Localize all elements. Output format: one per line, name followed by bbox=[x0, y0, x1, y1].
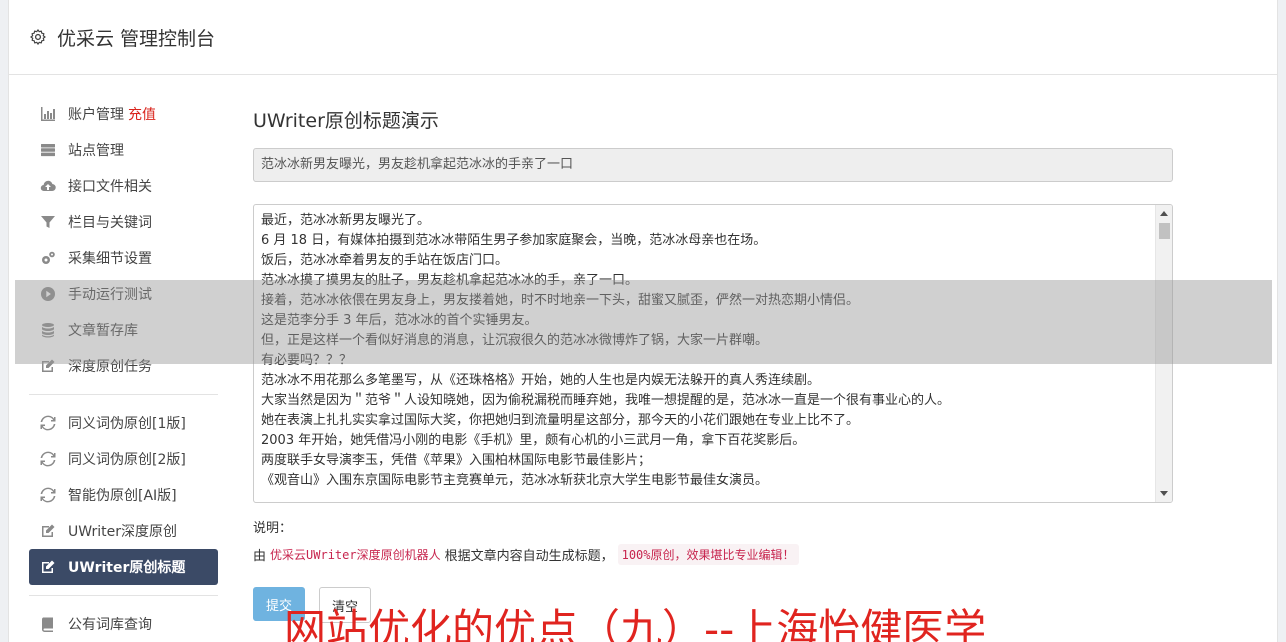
note-line: 由 优采云UWriter深度原创机器人 根据文章内容自动生成标题， 100%原创… bbox=[253, 544, 1173, 565]
note-label: 说明： bbox=[253, 521, 293, 536]
sidebar-item-label: 接口文件相关 bbox=[68, 179, 152, 195]
app-title: 优采云 管理控制台 bbox=[57, 27, 216, 50]
note-prefix: 由 bbox=[253, 549, 267, 564]
sidebar-divider bbox=[29, 394, 218, 395]
refresh-icon bbox=[39, 414, 57, 432]
note-middle: 根据文章内容自动生成标题， bbox=[444, 549, 614, 564]
sidebar-item-interface-files[interactable]: 接口文件相关 bbox=[29, 168, 218, 204]
edit-icon bbox=[39, 522, 57, 540]
sidebar-divider bbox=[29, 595, 218, 596]
sidebar-item-label: UWriter深度原创 bbox=[68, 524, 177, 540]
content-line: 范冰冰不用花那么多笔墨写，从《还珠格格》开始，她的人生也是内娱无法躲开的真人秀连… bbox=[261, 373, 821, 388]
content-line: 饭后，范冰冰牵着男友的手站在饭店门口。 bbox=[261, 253, 509, 268]
gear-icon bbox=[30, 29, 46, 45]
recharge-badge[interactable]: 充值 bbox=[128, 104, 156, 124]
bar-chart-icon bbox=[39, 105, 57, 123]
sidebar-item-uwriter-deep[interactable]: UWriter深度原创 bbox=[29, 513, 218, 549]
refresh-icon bbox=[39, 486, 57, 504]
title-input[interactable]: 范冰冰新男友曝光，男友趁机拿起范冰冰的手亲了一口 bbox=[253, 148, 1173, 182]
robot-name-code: 优采云UWriter深度原创机器人 bbox=[270, 548, 441, 562]
sidebar-item-label: 采集细节设置 bbox=[68, 251, 152, 267]
content-line: 她在表演上扎扎实实拿过国际大奖，你把她归到流量明星这部分，那今天的小花们跟她在专… bbox=[261, 413, 860, 428]
sidebar-item-account[interactable]: 账户管理 充值 bbox=[29, 96, 218, 132]
sidebar-item-collect-settings[interactable]: 采集细节设置 bbox=[29, 240, 218, 276]
sidebar-item-synonym-v1[interactable]: 同义词伪原创[1版] bbox=[29, 405, 218, 441]
overlay-watermark-text: 网站优化的优点（九）--上海怡健医学 bbox=[284, 605, 987, 642]
sidebar-item-public-dictionary[interactable]: 公有词库查询 bbox=[29, 606, 218, 642]
refresh-icon bbox=[39, 450, 57, 468]
cogs-icon bbox=[39, 249, 57, 267]
overlay-band bbox=[15, 280, 1272, 364]
sidebar-item-label: 智能伪原创[AI版] bbox=[68, 488, 177, 504]
server-icon bbox=[39, 141, 57, 159]
sidebar-item-label: 账户管理 bbox=[68, 107, 124, 123]
sidebar: 账户管理 充值 站点管理 接口文件相关 栏目与关键词 采集细节设置 手动运行测试… bbox=[29, 96, 218, 642]
header: 优采云 管理控制台 bbox=[9, 0, 1277, 75]
sidebar-item-smart-ai[interactable]: 智能伪原创[AI版] bbox=[29, 477, 218, 513]
edit-icon bbox=[39, 558, 57, 576]
book-icon bbox=[39, 615, 57, 633]
content-line: 两度联手女导演李玉，凭借《苹果》入围柏林国际电影节最佳影片； bbox=[261, 453, 652, 468]
sidebar-item-uwriter-title[interactable]: UWriter原创标题 bbox=[29, 549, 218, 585]
sidebar-item-label: 同义词伪原创[2版] bbox=[68, 452, 186, 468]
filter-icon bbox=[39, 213, 57, 231]
sidebar-item-label: 同义词伪原创[1版] bbox=[68, 416, 186, 432]
original-claim-code: 100%原创，效果堪比专业编辑！ bbox=[617, 544, 799, 565]
scroll-down-icon[interactable] bbox=[1160, 491, 1168, 496]
sidebar-item-sites[interactable]: 站点管理 bbox=[29, 132, 218, 168]
content-line: 大家当然是因为＂范爷＂人设知晓她，因为偷税漏税而睡弃她，我唯一想提醒的是，范冰冰… bbox=[261, 393, 951, 408]
cloud-upload-icon bbox=[39, 177, 57, 195]
sidebar-item-synonym-v2[interactable]: 同义词伪原创[2版] bbox=[29, 441, 218, 477]
sidebar-item-label: UWriter原创标题 bbox=[68, 560, 186, 576]
content-line: 2003 年开始，她凭借冯小刚的电影《手机》里，颇有心机的小三武月一角，拿下百花… bbox=[261, 433, 806, 448]
scroll-up-icon[interactable] bbox=[1160, 211, 1168, 216]
content-line: 最近，范冰冰新男友曝光了。 bbox=[261, 213, 431, 228]
scrollbar-thumb[interactable] bbox=[1159, 223, 1170, 239]
sidebar-item-label: 站点管理 bbox=[68, 143, 124, 159]
sidebar-item-label: 栏目与关键词 bbox=[68, 215, 152, 231]
content-line: 6 月 18 日，有媒体拍摄到范冰冰带陌生男子参加家庭聚会，当晚，范冰冰母亲也在… bbox=[261, 233, 767, 248]
sidebar-item-columns-keywords[interactable]: 栏目与关键词 bbox=[29, 204, 218, 240]
content-line: 《观音山》入围东京国际电影节主竞赛单元，范冰冰斩获北京大学生电影节最佳女演员。 bbox=[261, 473, 769, 488]
page-title: UWriter原创标题演示 bbox=[253, 110, 439, 132]
sidebar-item-label: 公有词库查询 bbox=[68, 617, 152, 633]
